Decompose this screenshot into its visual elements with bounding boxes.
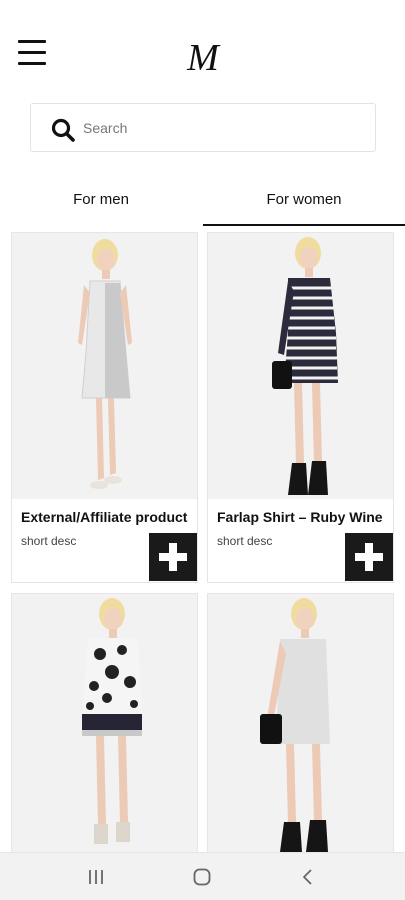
app-header: M [0,0,405,100]
system-navigation-bar [0,852,405,900]
product-title[interactable]: External/Affiliate product [21,509,187,525]
search-icon[interactable] [50,117,76,143]
product-image[interactable] [12,233,197,499]
add-to-cart-button[interactable] [345,533,393,581]
product-image[interactable] [208,233,393,499]
tab-for-women[interactable]: For women [203,176,405,226]
add-to-cart-button[interactable] [149,533,197,581]
tab-for-men[interactable]: For men [0,176,202,226]
product-short-desc: short desc [217,534,273,548]
product-card[interactable] [207,593,394,863]
product-short-desc: short desc [21,534,77,548]
home-icon[interactable] [172,853,232,900]
search-input[interactable] [83,104,363,151]
product-title[interactable]: Farlap Shirt – Ruby Wine [217,509,383,525]
product-card[interactable]: External/Affiliate product short desc [11,232,198,583]
category-tabs: For men For women [0,176,405,228]
brand-logo: M [187,37,219,79]
product-image[interactable] [208,594,393,854]
back-icon[interactable] [278,853,338,900]
search-bar [30,103,376,152]
product-card[interactable] [11,593,198,863]
recents-icon[interactable] [66,853,126,900]
product-card[interactable]: Farlap Shirt – Ruby Wine short desc [207,232,394,583]
product-image[interactable] [12,594,197,854]
